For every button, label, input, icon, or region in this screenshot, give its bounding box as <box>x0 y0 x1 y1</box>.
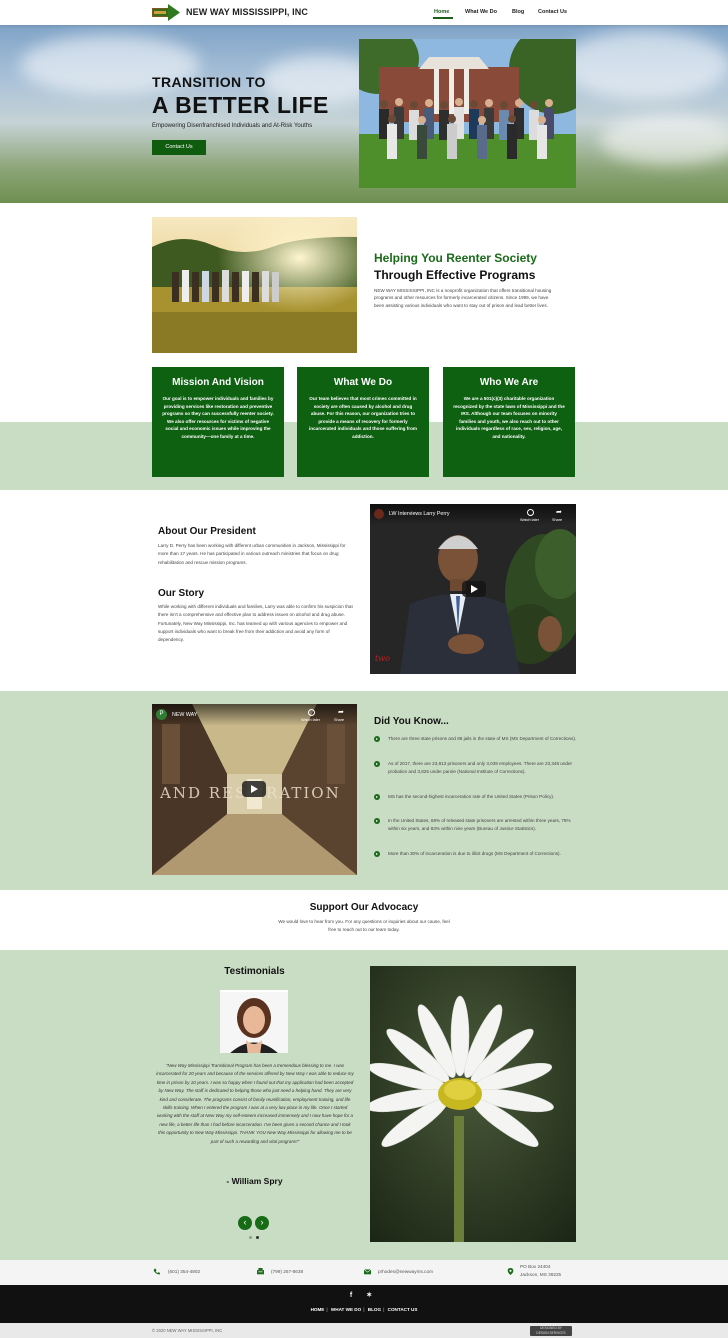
card-text: Our goal is to empower individuals and f… <box>162 396 274 439</box>
email-icon <box>364 1269 371 1275</box>
fact-text: As of 2017, there are 23,813 prisoners a… <box>388 761 573 775</box>
arrow-circle-icon <box>374 736 380 742</box>
map-pin-icon <box>507 1268 514 1275</box>
phone-icon <box>153 1268 160 1275</box>
share-button[interactable]: Share <box>552 518 562 522</box>
hero-contact-button[interactable]: Contact Us <box>152 140 206 155</box>
testimonial-quote: "New Way Mississippi Transitional Progra… <box>156 1063 354 1144</box>
new-way-video-player[interactable]: P NEW WAY Watch later Share ➦ AND REST R… <box>152 704 357 875</box>
watch-later-button[interactable]: Watch later <box>520 518 539 522</box>
card-text: We are a 501(c)(3) charitable organizati… <box>453 396 565 439</box>
did-you-know-band <box>0 691 728 890</box>
hero-subtitle: Empowering Disenfranchised Individuals a… <box>152 123 313 129</box>
did-you-know-heading: Did You Know... <box>374 716 449 727</box>
president-heading: About Our President <box>158 526 256 537</box>
story-text: While working with different individuals… <box>158 604 353 643</box>
site-header: NEW WAY MISSISSIPPI, INC Home What We Do… <box>0 0 728 25</box>
email-address[interactable]: prhodes@newwayms.com <box>378 1269 433 1274</box>
story-heading: Our Story <box>158 588 205 599</box>
footer-nav: HOME | WHAT WE DO | BLOG | CONTACT US <box>0 1307 728 1312</box>
watch-later-button[interactable]: Watch later <box>301 718 320 722</box>
testimonials-heading: Testimonials <box>224 966 285 977</box>
mission-card: Mission And Vision Our goal is to empowe… <box>152 367 284 477</box>
testimonial-avatar <box>220 990 288 1053</box>
share-button[interactable]: Share <box>334 718 344 722</box>
footer-social-links: f ✶ <box>0 1291 728 1299</box>
hero-title-line2: A BETTER LIFE <box>152 92 329 118</box>
footer-nav-separator: | <box>326 1307 328 1312</box>
nav-active-indicator <box>433 17 453 19</box>
testimonials-band <box>0 950 728 1260</box>
fact-text: In the United States, 68% of released st… <box>388 818 571 832</box>
clock-icon[interactable] <box>308 709 315 716</box>
carousel-dot-active[interactable] <box>256 1236 259 1239</box>
facebook-icon[interactable]: f <box>350 1292 358 1299</box>
nav-blog[interactable]: Blog <box>512 9 524 15</box>
fact-text: More than 30% of incarceration is due to… <box>388 851 561 856</box>
logo-arrow-icon[interactable] <box>152 4 180 21</box>
yelp-icon[interactable]: ✶ <box>366 1292 378 1299</box>
support-text: We would love to hear from you. For any … <box>278 919 450 933</box>
who-we-are-card: Who We Are We are a 501(c)(3) charitable… <box>443 367 575 477</box>
fact-text: MS has the second-highest incarceration … <box>388 794 555 799</box>
hero-title-line1: TRANSITION TO <box>152 74 266 90</box>
nav-contact-us[interactable]: Contact Us <box>538 9 567 15</box>
intro-title-line2: Through Effective Programs <box>374 268 536 282</box>
video-title[interactable]: NEW WAY <box>172 712 197 718</box>
intro-text: NEW WAY MISSISSIPPI, INC is a nonprofit … <box>374 288 552 308</box>
play-button[interactable] <box>242 781 266 797</box>
arrow-circle-icon <box>374 818 380 824</box>
footer-nav-contact-us[interactable]: CONTACT US <box>388 1307 418 1312</box>
card-title: What We Do <box>333 377 393 388</box>
arrow-circle-icon <box>374 851 380 857</box>
badge-line2: DESIGN SERVICES <box>536 1331 566 1335</box>
nav-what-we-do[interactable]: What We Do <box>465 9 497 15</box>
president-text: Larry D. Perry has been working with dif… <box>158 543 346 565</box>
card-text: Our team believes that most crimes commi… <box>309 396 417 439</box>
footer-nav-separator: | <box>363 1307 365 1312</box>
site-name[interactable]: NEW WAY MISSISSIPPI, INC <box>186 7 308 17</box>
share-icon[interactable]: ➦ <box>556 508 562 516</box>
channel-avatar[interactable]: P <box>156 709 167 720</box>
carousel-dot[interactable] <box>249 1236 252 1239</box>
support-heading: Support Our Advocacy <box>309 902 419 913</box>
video-watermark: two <box>375 654 390 663</box>
address-line1: PO Box 24404 <box>520 1264 551 1269</box>
group-photo <box>359 39 576 188</box>
footer-nav-separator: | <box>383 1307 385 1312</box>
next-testimonial-button[interactable]: › <box>255 1216 269 1230</box>
field-group-photo <box>152 217 357 353</box>
video-title[interactable]: LW Interviews Larry Perry <box>389 511 450 517</box>
what-we-do-card: What We Do Our team believes that most c… <box>297 367 429 477</box>
fax-number[interactable]: (799) 257-8638 <box>271 1269 303 1274</box>
intro-title-line1: Helping You Reenter Society <box>374 251 537 265</box>
footer-nav-what-we-do[interactable]: WHAT WE DO <box>331 1307 361 1312</box>
testimonial-author: - William Spry <box>226 1176 283 1186</box>
share-icon[interactable]: ➦ <box>338 708 344 716</box>
copyright-bar <box>0 1323 728 1338</box>
arrow-circle-icon <box>374 761 380 767</box>
footer-nav-home[interactable]: HOME <box>311 1307 325 1312</box>
president-video-player[interactable]: LW Interviews Larry Perry Watch later Sh… <box>370 504 576 674</box>
play-icon <box>471 585 478 593</box>
address-line2: Jackson, MS 39225 <box>520 1272 562 1277</box>
fax-icon <box>257 1268 264 1275</box>
prev-testimonial-button[interactable]: ‹ <box>238 1216 252 1230</box>
channel-avatar[interactable] <box>374 509 384 519</box>
phone-number[interactable]: (601) 354-4802 <box>168 1269 200 1274</box>
footer-nav-blog[interactable]: BLOG <box>368 1307 381 1312</box>
daisy-photo <box>370 966 576 1242</box>
fact-text: There are three state prisons and 89 jai… <box>388 736 577 741</box>
arrow-circle-icon <box>374 794 380 800</box>
card-title: Who We Are <box>479 377 539 388</box>
nav-home[interactable]: Home <box>434 9 449 15</box>
designer-badge[interactable]: DESIGNED BY DESIGN SERVICES <box>530 1326 572 1336</box>
clock-icon[interactable] <box>527 509 534 516</box>
play-button[interactable] <box>462 581 486 597</box>
card-title: Mission And Vision <box>172 377 264 388</box>
copyright-text: © 2020 NEW WAY MISSISSIPPI, INC <box>152 1328 223 1333</box>
play-icon <box>251 785 258 793</box>
